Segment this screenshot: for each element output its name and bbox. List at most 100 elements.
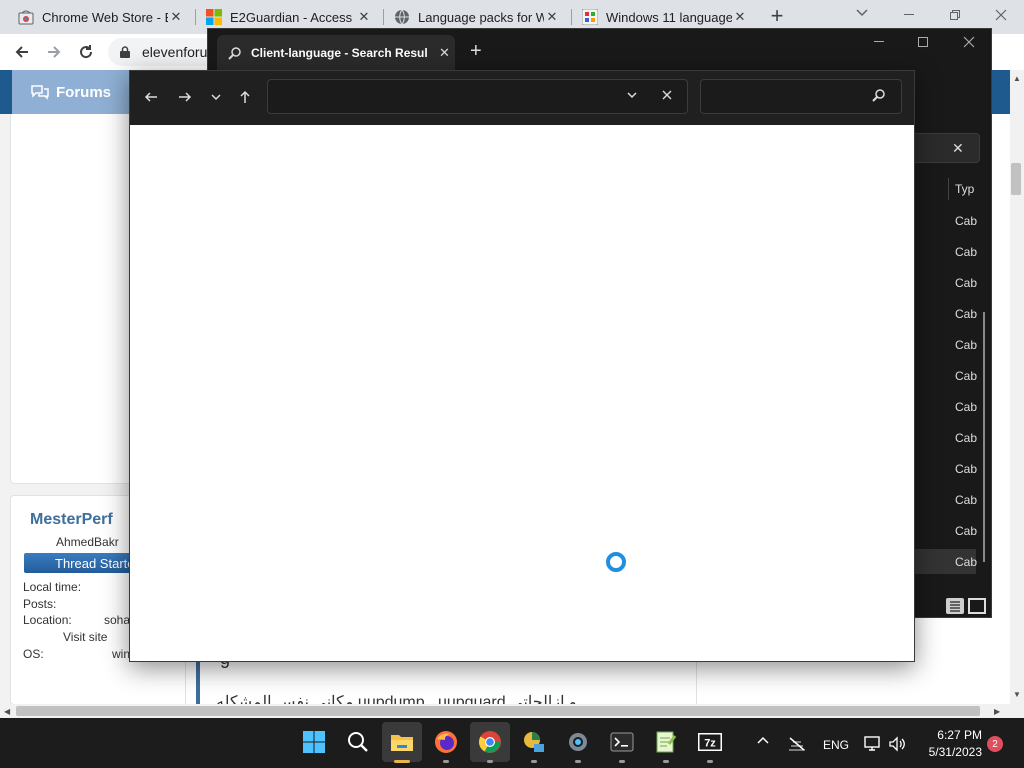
close-icon [995, 9, 1007, 21]
file-row-type[interactable]: Cab [955, 555, 977, 569]
input-language-indicator[interactable]: ENG [823, 738, 849, 752]
minimize-button[interactable] [886, 0, 932, 30]
close-window-button[interactable] [978, 0, 1024, 30]
show-hidden-icons-button[interactable] [756, 732, 770, 748]
firefox-icon [435, 731, 457, 753]
explorer-tab-label: Client-language - Search Resul [251, 45, 428, 60]
scroll-left-icon[interactable]: ◀ [4, 707, 10, 716]
explorer-close-button[interactable] [946, 30, 992, 54]
svg-text:7z: 7z [704, 738, 716, 750]
dialog-address-field[interactable] [267, 79, 688, 114]
reload-button[interactable] [74, 40, 98, 64]
explorer-minimize-button[interactable] [856, 30, 902, 54]
post-text: ﻣﮑﺎﻧﯽ ﻧﻔﺲ اﻟﻤﺸﮑﻠﻪ uupdump , uupguard ﻭ ﺍ… [216, 694, 577, 704]
visit-site-link[interactable]: Visit site [63, 630, 107, 644]
start-button[interactable] [294, 722, 334, 762]
file-row-type[interactable]: Cab [955, 462, 977, 476]
scroll-up-icon[interactable]: ▲ [1013, 74, 1021, 83]
chevron-down-icon [856, 9, 868, 17]
taskbar-search-button[interactable] [338, 722, 378, 762]
info-label: OS: [23, 647, 44, 661]
close-icon[interactable]: ✕ [544, 9, 560, 25]
explorer-new-tab-button[interactable]: + [470, 40, 482, 63]
dialog-forward-button[interactable] [173, 86, 197, 108]
explorer-search-box[interactable] [914, 133, 980, 163]
arrow-left-icon [144, 92, 157, 102]
file-row-type[interactable]: Cab [955, 431, 977, 445]
thumbnail-view-icon[interactable] [968, 598, 986, 614]
reload-icon [80, 45, 93, 59]
microsoft-icon [206, 9, 222, 25]
search-icon [228, 46, 241, 60]
back-button[interactable] [10, 40, 34, 64]
dialog-recent-button[interactable] [204, 86, 228, 108]
scrollbar-thumb[interactable] [1011, 163, 1021, 195]
file-row-type[interactable]: Cab [955, 524, 977, 538]
file-row-type[interactable]: Cab [955, 493, 977, 507]
running-indicator [663, 760, 669, 763]
taskbar-terminal[interactable] [602, 722, 642, 762]
network-status-button[interactable] [788, 736, 806, 755]
forward-button[interactable] [42, 40, 66, 64]
running-indicator [394, 760, 410, 763]
running-indicator [707, 760, 713, 763]
running-indicator [487, 760, 493, 763]
column-divider[interactable] [948, 178, 949, 200]
nav-forums-label: Forums [56, 83, 112, 101]
dialog-up-button[interactable] [233, 86, 257, 108]
close-icon [662, 90, 672, 100]
close-icon[interactable]: ✕ [168, 9, 184, 25]
scrollbar-thumb[interactable] [16, 706, 980, 716]
clock-time[interactable]: 6:27 PM [920, 728, 982, 742]
details-view-icon[interactable] [946, 598, 964, 614]
taskbar-settings[interactable] [558, 722, 598, 762]
restore-button[interactable] [932, 0, 978, 30]
tab-search-button[interactable] [852, 6, 872, 26]
address-clear-button[interactable] [662, 87, 672, 104]
chrome-web-store-icon [18, 10, 34, 25]
running-indicator [575, 760, 581, 763]
username-link[interactable]: MesterPerf [30, 511, 113, 529]
file-row-type[interactable]: Cab [955, 400, 977, 414]
file-row-type[interactable]: Cab [955, 369, 977, 383]
loading-dialog [129, 70, 915, 662]
new-tab-button[interactable]: + [764, 4, 790, 30]
taskbar-file-explorer[interactable] [382, 722, 422, 762]
arrow-right-icon [179, 92, 192, 102]
taskbar-snipping-tool[interactable] [514, 722, 554, 762]
file-row-type[interactable]: Cab [955, 338, 977, 352]
volume-button[interactable] [888, 736, 906, 755]
file-row-type[interactable]: Cab [955, 307, 977, 321]
file-row-type[interactable]: Cab [955, 245, 977, 259]
column-header-type[interactable]: Typ [955, 182, 974, 196]
restore-icon [950, 10, 960, 20]
taskbar-7zip[interactable]: 7z [690, 722, 730, 762]
taskbar-firefox[interactable] [426, 722, 466, 762]
display-settings-button[interactable] [864, 736, 882, 755]
explorer-tab[interactable]: Client-language - Search Resul ✕ [217, 35, 455, 70]
loading-spinner [606, 552, 626, 572]
taskbar-chrome[interactable] [470, 722, 510, 762]
browser-tab-chrome-web-store[interactable]: Chrome Web Store - E ✕ [8, 0, 194, 34]
chevron-down-icon [627, 92, 637, 99]
scroll-down-icon[interactable]: ▼ [1013, 690, 1021, 699]
address-dropdown-button[interactable] [627, 88, 637, 102]
dialog-back-button[interactable] [139, 86, 163, 108]
info-label: Local time: [23, 580, 82, 594]
clear-search-icon[interactable]: ✕ [952, 140, 964, 157]
magnifier-glyph [872, 89, 885, 102]
close-icon[interactable]: ✕ [732, 9, 748, 25]
search-icon[interactable] [872, 88, 886, 105]
close-icon[interactable]: ✕ [356, 9, 372, 25]
explorer-scrollbar[interactable] [983, 312, 985, 562]
close-icon[interactable]: ✕ [439, 45, 455, 61]
file-row-type[interactable]: Cab [955, 276, 977, 290]
file-row-type[interactable]: Cab [955, 214, 977, 228]
explorer-maximize-button[interactable] [900, 30, 946, 54]
taskbar-notepad-plus-plus[interactable] [646, 722, 686, 762]
notification-badge[interactable]: 2 [987, 736, 1003, 752]
nav-forums[interactable]: Forums [12, 70, 130, 114]
clock-date[interactable]: 5/31/2023 [920, 745, 982, 759]
info-value: soha [104, 613, 131, 627]
scroll-right-icon[interactable]: ▶ [994, 707, 1000, 716]
